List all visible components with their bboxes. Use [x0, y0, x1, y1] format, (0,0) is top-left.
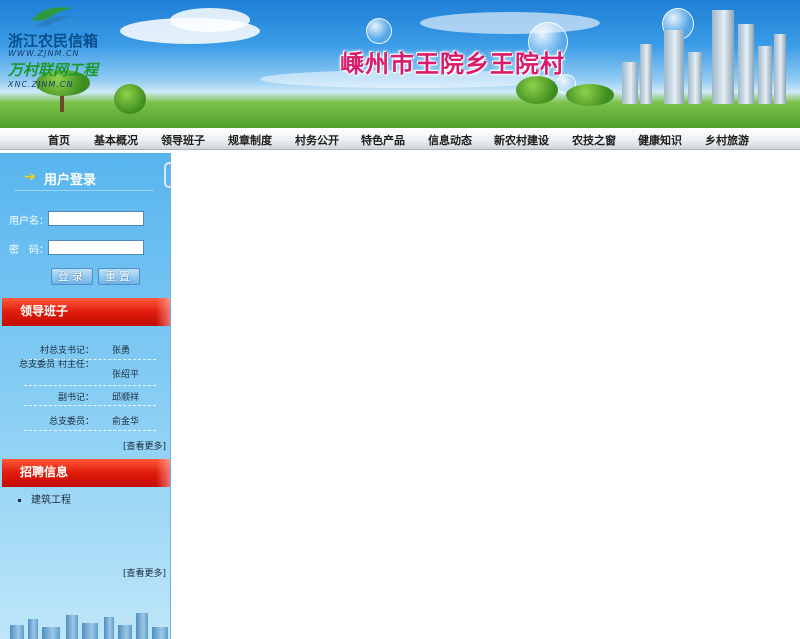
- password-label: 密 码：: [9, 245, 49, 256]
- logo-subtitle: 万村联网工程: [8, 61, 99, 79]
- sidebar: ➔ 用户登录 用户名： 密 码： 登录 重置 领导班子 村总支书记： 张勇 总支…: [0, 153, 174, 639]
- leaders-section-header: 领导班子: [2, 298, 170, 326]
- bullet-icon: [18, 498, 21, 502]
- site-logo[interactable]: 浙江农民信箱 WWW.ZJNM.CN 万村联网工程 XNC.ZJNM.CN: [4, 2, 108, 106]
- nav-item-products[interactable]: 特色产品: [361, 132, 405, 148]
- nav-item-village-affairs[interactable]: 村务公开: [295, 132, 339, 148]
- arrow-icon: ➔: [24, 169, 36, 185]
- leader-role: 总支委员：: [48, 417, 94, 427]
- site-title: 嵊州市王院乡王院村: [340, 50, 565, 78]
- login-button[interactable]: 登录: [51, 268, 93, 285]
- nav-item-news[interactable]: 信息动态: [428, 132, 472, 148]
- leader-role: 村总支书记：: [39, 346, 94, 356]
- leader-name: 张勇: [112, 346, 131, 356]
- nav-item-agri-tech[interactable]: 农技之窗: [572, 132, 616, 148]
- building-decoration: [688, 52, 702, 104]
- leader-role: 副书记：: [57, 393, 94, 403]
- header-banner: 浙江农民信箱 WWW.ZJNM.CN 万村联网工程 XNC.ZJNM.CN 嵊州…: [0, 0, 800, 128]
- username-label: 用户名：: [9, 216, 49, 227]
- jobs-section-title: 招聘信息: [20, 465, 69, 479]
- building-decoration: [640, 44, 652, 104]
- building-decoration: [758, 46, 772, 104]
- main-nav: 首页 基本概况 领导班子 规章制度 村务公开 特色产品 信息动态 新农村建设 农…: [0, 128, 800, 150]
- logo-subtitle-url: XNC.ZJNM.CN: [8, 80, 74, 89]
- password-input[interactable]: [48, 240, 144, 255]
- leader-row: 副书记： 邱顺祥: [24, 389, 156, 406]
- jobs-more-link[interactable]: [查看更多]: [123, 566, 166, 579]
- leaders-more-link[interactable]: [查看更多]: [123, 439, 166, 452]
- city-skyline-decoration: [0, 611, 170, 639]
- nav-item-overview[interactable]: 基本概况: [94, 132, 138, 148]
- job-title: 建筑工程: [31, 495, 71, 506]
- leader-name: 邱顺祥: [112, 393, 140, 403]
- leader-row: 村总支书记： 张勇: [24, 342, 156, 360]
- nav-item-new-village[interactable]: 新农村建设: [494, 132, 549, 148]
- leader-row: 总支委员： 俞金华: [24, 413, 156, 431]
- bubble-decoration: [366, 18, 392, 44]
- cloud-decoration: [170, 8, 250, 32]
- header-edge-decoration: [156, 298, 170, 326]
- building-decoration: [774, 34, 786, 104]
- nav-item-home[interactable]: 首页: [48, 132, 70, 148]
- nav-item-tourism[interactable]: 乡村旅游: [705, 132, 749, 148]
- cloud-decoration: [420, 12, 600, 34]
- green-leaf-logo-icon: [32, 7, 74, 27]
- header-edge-decoration: [156, 459, 170, 487]
- tree-decoration: [566, 84, 614, 106]
- main-content: [172, 153, 800, 639]
- logo-url: WWW.ZJNM.CN: [8, 49, 80, 58]
- login-header: ➔ 用户登录: [14, 162, 174, 191]
- jobs-list: 建筑工程: [18, 491, 71, 506]
- username-input[interactable]: [48, 211, 144, 226]
- jobs-section-header: 招聘信息: [2, 459, 170, 487]
- reset-button[interactable]: 重置: [98, 268, 140, 285]
- nav-item-regulations[interactable]: 规章制度: [228, 132, 272, 148]
- building-decoration: [664, 30, 684, 104]
- leader-name: 俞金华: [112, 417, 140, 427]
- leader-row: 总支委员 村主任： 张绍平: [19, 360, 156, 386]
- building-decoration: [712, 10, 734, 104]
- list-item[interactable]: 建筑工程: [18, 491, 71, 506]
- nav-item-health[interactable]: 健康知识: [638, 132, 682, 148]
- leader-role: 总支委员 村主任：: [19, 360, 94, 370]
- logo-title: 浙江农民信箱: [8, 32, 99, 50]
- leaders-section-title: 领导班子: [20, 304, 69, 318]
- login-title: 用户登录: [44, 173, 97, 188]
- nav-item-leaders[interactable]: 领导班子: [161, 132, 205, 148]
- building-decoration: [738, 24, 754, 104]
- leader-name: 张绍平: [112, 370, 140, 380]
- tree-decoration: [516, 76, 558, 104]
- tree-decoration: [114, 84, 146, 114]
- building-decoration: [622, 62, 638, 104]
